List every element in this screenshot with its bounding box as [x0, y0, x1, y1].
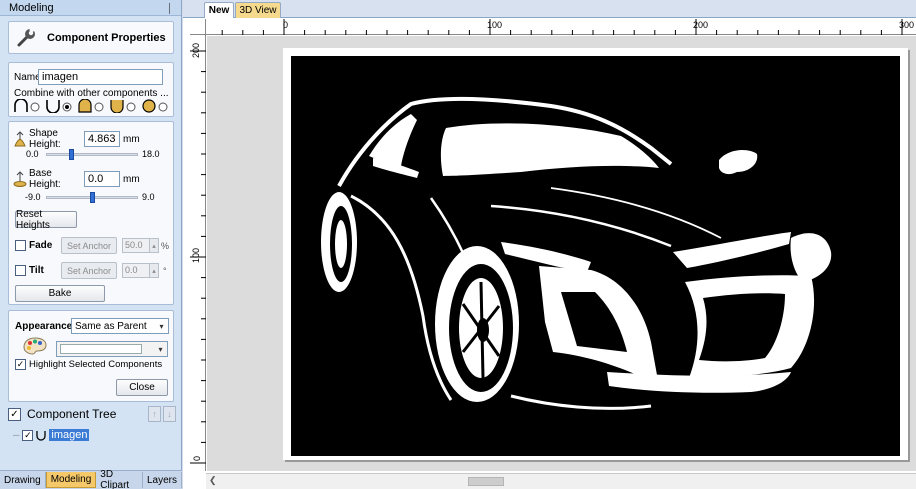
h-ruler-label-200: 200 [693, 20, 709, 30]
base-height-slider-thumb[interactable] [90, 192, 95, 203]
move-down-icon[interactable]: ↓ [163, 406, 176, 422]
tilt-value[interactable]: 0.0 [122, 263, 150, 278]
chevron-down-icon: ▾ [159, 321, 164, 331]
combine-subtract-option[interactable] [45, 99, 75, 113]
heights-group: Shape Height: 4.863 mm 0.0 18.0 Base Hei… [8, 121, 174, 305]
base-height-input[interactable]: 0.0 [84, 171, 120, 187]
fade-unit: % [161, 240, 170, 251]
horizontal-ruler-ticks [221, 19, 903, 35]
palette-icon [23, 337, 47, 355]
spinner-arrow-icon[interactable]: ▴ [150, 238, 159, 253]
base-height-max: 9.0 [142, 192, 155, 202]
close-button[interactable]: Close [116, 379, 168, 396]
base-height-icon [13, 171, 27, 187]
component-tree: ✓ Component Tree ↑ ↓ ─ ✓ imagen [0, 404, 182, 466]
pin-icon[interactable]: │ [165, 3, 175, 13]
combine-merge-low-option[interactable] [109, 99, 139, 113]
tree-item-checkbox[interactable]: ✓ [22, 429, 34, 441]
tree-line-icon: ─ [13, 430, 20, 440]
reset-heights-button[interactable]: Reset Heights [15, 209, 77, 231]
fade-value[interactable]: 50.0 [122, 238, 150, 253]
tab-drawing[interactable]: Drawing [0, 472, 46, 488]
h-ruler-label-0: 0 [283, 20, 289, 30]
component-tree-checkbox[interactable]: ✓ [8, 407, 21, 421]
fade-spinner[interactable]: 50.0 ▴ [122, 238, 159, 253]
document-area: New 3D View 0 100 200 300 200 100 0 ❮ [183, 0, 916, 489]
tab-3d-view[interactable]: 3D View [235, 2, 281, 18]
v-ruler-label-0: 0 [192, 456, 202, 462]
tree-item[interactable]: ─ ✓ imagen [13, 429, 90, 441]
fade-label: Fade [29, 240, 53, 251]
tilt-checkbox[interactable] [15, 265, 26, 276]
base-height-min: -9.0 [25, 192, 41, 202]
appearance-value: Same as Parent [75, 320, 147, 332]
highlight-selected-label: Highlight Selected Components [29, 359, 163, 370]
panel-header: Modeling │ [0, 0, 181, 16]
shape-height-slider-thumb[interactable] [68, 149, 74, 160]
fade-checkbox[interactable] [15, 240, 26, 251]
shape-height-input[interactable]: 4.863 [84, 131, 120, 147]
horizontal-scrollbar[interactable]: ❮ [206, 473, 916, 489]
v-ruler-label-200: 200 [191, 43, 201, 59]
tab-modeling[interactable]: Modeling [45, 472, 97, 488]
tilt-spinner[interactable]: 0.0 ▴ [122, 263, 159, 278]
base-height-label: Base Height: [29, 168, 61, 190]
shape-height-icon [14, 131, 26, 147]
combine-merge-high-option[interactable] [77, 99, 107, 113]
h-ruler-label-300: 300 [899, 20, 915, 30]
modeling-panel: Modeling │ Component Properties Name ima… [0, 0, 182, 489]
material-value [60, 344, 142, 354]
v-ruler-label-100: 100 [191, 248, 201, 264]
combine-mode-group [13, 99, 171, 113]
shape-height-slider[interactable] [46, 153, 138, 156]
name-input[interactable]: imagen [38, 69, 163, 85]
shape-height-min: 0.0 [26, 149, 39, 159]
ruler-corner [190, 19, 206, 35]
combine-label: Combine with other components ... [14, 88, 169, 99]
component-tree-title: Component Tree [27, 407, 117, 421]
appearance-select[interactable]: Same as Parent ▾ [71, 318, 169, 334]
car-artwork-image[interactable] [291, 56, 900, 456]
horizontal-ruler: 0 100 200 300 [206, 19, 916, 35]
bake-button[interactable]: Bake [15, 285, 105, 302]
name-label: Name [14, 71, 41, 83]
vertical-ruler: 200 100 0 [190, 35, 206, 471]
move-up-icon[interactable]: ↑ [148, 406, 161, 422]
document-tabs: New 3D View [183, 0, 916, 18]
shape-height-max: 18.0 [142, 149, 160, 159]
base-height-unit: mm [123, 173, 140, 185]
tree-item-label[interactable]: imagen [49, 429, 90, 441]
shape-height-unit: mm [123, 133, 140, 145]
horizontal-scrollbar-thumb[interactable] [468, 477, 504, 486]
subtract-mode-icon [36, 430, 47, 441]
tilt-set-anchor-button[interactable]: Set Anchor [61, 262, 117, 279]
tilt-unit: ° [163, 265, 167, 276]
component-properties-header: Component Properties [8, 21, 174, 54]
fade-set-anchor-button[interactable]: Set Anchor [61, 237, 117, 254]
panel-title: Modeling [9, 1, 54, 14]
panel-tabs: Drawing Modeling 3D Clipart Layers [0, 469, 182, 489]
component-tree-header: ✓ Component Tree ↑ ↓ [0, 404, 182, 424]
tilt-label: Tilt [29, 265, 44, 276]
h-ruler-label-100: 100 [487, 20, 503, 30]
component-properties-title: Component Properties [47, 31, 166, 44]
scroll-left-icon[interactable]: ❮ [209, 475, 217, 486]
combine-add-option[interactable] [13, 99, 43, 113]
name-group: Name imagen Combine with other component… [8, 62, 174, 117]
tab-new[interactable]: New [204, 2, 234, 18]
appearance-label: Appearance [15, 320, 73, 332]
tab-layers[interactable]: Layers [143, 472, 182, 488]
material-select[interactable]: ▾ [56, 341, 168, 357]
tab-3d-clipart[interactable]: 3D Clipart [96, 469, 143, 489]
wrench-icon [17, 26, 35, 46]
highlight-selected-checkbox[interactable]: ✓ [15, 359, 26, 370]
spinner-arrow-icon[interactable]: ▴ [150, 263, 159, 278]
combine-multiply-option[interactable] [141, 99, 171, 113]
chevron-down-icon: ▾ [158, 344, 163, 354]
shape-height-label: Shape Height: [29, 128, 61, 150]
